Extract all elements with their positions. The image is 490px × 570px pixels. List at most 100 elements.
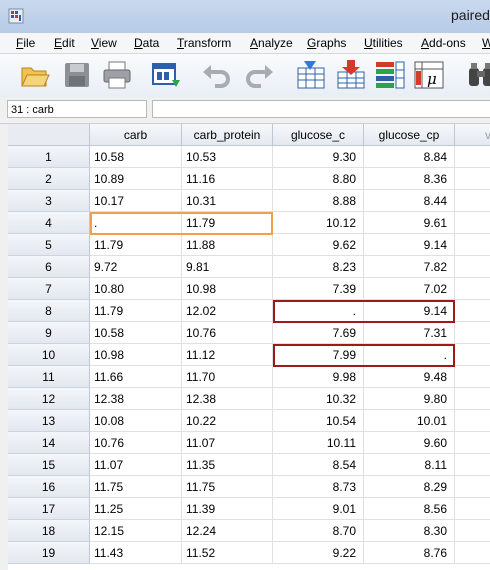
cell-glucose-c[interactable]: 9.22 xyxy=(273,542,364,564)
cell-carb-protein[interactable]: 11.75 xyxy=(182,476,273,498)
cell-glucose-cp[interactable]: . xyxy=(364,344,455,366)
cell-carb-protein[interactable]: 10.98 xyxy=(182,278,273,300)
cell-carb-protein[interactable]: 10.31 xyxy=(182,190,273,212)
cell-glucose-cp[interactable]: 10.01 xyxy=(364,410,455,432)
cell-value-editor[interactable] xyxy=(152,100,490,118)
menu-utilities[interactable]: Utilities xyxy=(364,36,403,50)
cell-reference-box[interactable]: 31 : carb xyxy=(7,100,147,118)
menu-analyze[interactable]: Analyze xyxy=(250,36,293,50)
cell-glucose-c[interactable]: 7.39 xyxy=(273,278,364,300)
column-header-glucose-c[interactable]: glucose_c xyxy=(273,124,364,146)
statistics-icon[interactable]: μ xyxy=(412,58,446,92)
row-header[interactable]: 19 xyxy=(8,542,90,564)
menu-view[interactable]: View xyxy=(91,36,117,50)
cell-glucose-c[interactable]: 9.98 xyxy=(273,366,364,388)
column-header-glucose-cp[interactable]: glucose_cp xyxy=(364,124,455,146)
row-header[interactable]: 9 xyxy=(8,322,90,344)
cell-empty[interactable] xyxy=(455,146,490,168)
menu-add-ons[interactable]: Add-ons xyxy=(421,36,466,50)
cell-glucose-c[interactable]: 10.32 xyxy=(273,388,364,410)
column-header-carb-protein[interactable]: carb_protein xyxy=(182,124,273,146)
find-icon[interactable] xyxy=(466,58,490,92)
cell-carb[interactable]: 10.98 xyxy=(90,344,182,366)
row-header[interactable]: 16 xyxy=(8,476,90,498)
cell-empty[interactable] xyxy=(455,388,490,410)
cell-glucose-cp[interactable]: 9.61 xyxy=(364,212,455,234)
cell-glucose-c[interactable]: 8.73 xyxy=(273,476,364,498)
menu-file[interactable]: File xyxy=(16,36,35,50)
cell-glucose-cp[interactable]: 8.56 xyxy=(364,498,455,520)
column-header-var[interactable]: va xyxy=(455,124,490,146)
cell-carb-protein[interactable]: 10.53 xyxy=(182,146,273,168)
cell-glucose-c[interactable]: 10.54 xyxy=(273,410,364,432)
cell-carb-protein[interactable]: 10.22 xyxy=(182,410,273,432)
cell-empty[interactable] xyxy=(455,498,490,520)
cell-carb-protein[interactable]: 11.12 xyxy=(182,344,273,366)
cell-glucose-cp[interactable]: 9.80 xyxy=(364,388,455,410)
row-header[interactable]: 8 xyxy=(8,300,90,322)
cell-empty[interactable] xyxy=(455,476,490,498)
cell-glucose-cp[interactable]: 8.11 xyxy=(364,454,455,476)
cell-glucose-c[interactable]: 8.54 xyxy=(273,454,364,476)
cell-glucose-c[interactable]: 8.88 xyxy=(273,190,364,212)
cell-carb[interactable]: 9.72 xyxy=(90,256,182,278)
redo-icon[interactable] xyxy=(242,58,276,92)
row-header[interactable]: 15 xyxy=(8,454,90,476)
cell-carb[interactable]: 11.79 xyxy=(90,300,182,322)
save-icon[interactable] xyxy=(60,58,94,92)
open-icon[interactable] xyxy=(18,58,52,92)
cell-glucose-c[interactable]: 8.23 xyxy=(273,256,364,278)
row-header[interactable]: 13 xyxy=(8,410,90,432)
cell-carb[interactable]: 10.17 xyxy=(90,190,182,212)
cell-carb[interactable]: 10.76 xyxy=(90,432,182,454)
cell-glucose-c[interactable]: 7.99 xyxy=(273,344,364,366)
cell-glucose-c[interactable]: 7.69 xyxy=(273,322,364,344)
cell-empty[interactable] xyxy=(455,344,490,366)
menu-edit[interactable]: Edit xyxy=(54,36,75,50)
cell-glucose-c[interactable]: 8.80 xyxy=(273,168,364,190)
cell-glucose-cp[interactable]: 9.60 xyxy=(364,432,455,454)
menu-window[interactable]: W xyxy=(482,36,490,50)
cell-glucose-c[interactable]: 9.30 xyxy=(273,146,364,168)
cell-empty[interactable] xyxy=(455,278,490,300)
cell-carb[interactable]: 12.15 xyxy=(90,520,182,542)
cell-glucose-cp[interactable]: 8.36 xyxy=(364,168,455,190)
undo-icon[interactable] xyxy=(200,58,234,92)
cell-glucose-cp[interactable]: 7.31 xyxy=(364,322,455,344)
row-header[interactable]: 18 xyxy=(8,520,90,542)
row-header[interactable]: 6 xyxy=(8,256,90,278)
cell-carb[interactable]: . xyxy=(90,212,182,234)
cell-carb[interactable]: 10.58 xyxy=(90,322,182,344)
cell-empty[interactable] xyxy=(455,410,490,432)
cell-glucose-cp[interactable]: 8.84 xyxy=(364,146,455,168)
cell-glucose-c[interactable]: 8.70 xyxy=(273,520,364,542)
cell-glucose-cp[interactable]: 8.44 xyxy=(364,190,455,212)
cell-carb-protein[interactable]: 11.16 xyxy=(182,168,273,190)
cell-carb-protein[interactable]: 11.52 xyxy=(182,542,273,564)
cell-carb[interactable]: 11.25 xyxy=(90,498,182,520)
cell-glucose-cp[interactable]: 8.76 xyxy=(364,542,455,564)
cell-carb[interactable]: 11.79 xyxy=(90,234,182,256)
cell-carb-protein[interactable]: 11.79 xyxy=(182,212,273,234)
cell-empty[interactable] xyxy=(455,542,490,564)
goto-case-icon[interactable] xyxy=(294,58,328,92)
row-header[interactable]: 3 xyxy=(8,190,90,212)
cell-empty[interactable] xyxy=(455,190,490,212)
cell-carb[interactable]: 11.66 xyxy=(90,366,182,388)
row-header[interactable]: 11 xyxy=(8,366,90,388)
cell-carb-protein[interactable]: 11.35 xyxy=(182,454,273,476)
cell-carb[interactable]: 11.75 xyxy=(90,476,182,498)
cell-carb-protein[interactable]: 10.76 xyxy=(182,322,273,344)
cell-glucose-cp[interactable]: 9.14 xyxy=(364,300,455,322)
cell-carb[interactable]: 10.08 xyxy=(90,410,182,432)
cell-glucose-c[interactable]: 9.01 xyxy=(273,498,364,520)
cell-carb[interactable]: 11.07 xyxy=(90,454,182,476)
print-icon[interactable] xyxy=(100,58,134,92)
menu-transform[interactable]: Transform xyxy=(177,36,231,50)
cell-empty[interactable] xyxy=(455,212,490,234)
cell-empty[interactable] xyxy=(455,520,490,542)
goto-variable-icon[interactable] xyxy=(334,58,368,92)
cell-empty[interactable] xyxy=(455,432,490,454)
cell-carb-protein[interactable]: 9.81 xyxy=(182,256,273,278)
cell-empty[interactable] xyxy=(455,300,490,322)
